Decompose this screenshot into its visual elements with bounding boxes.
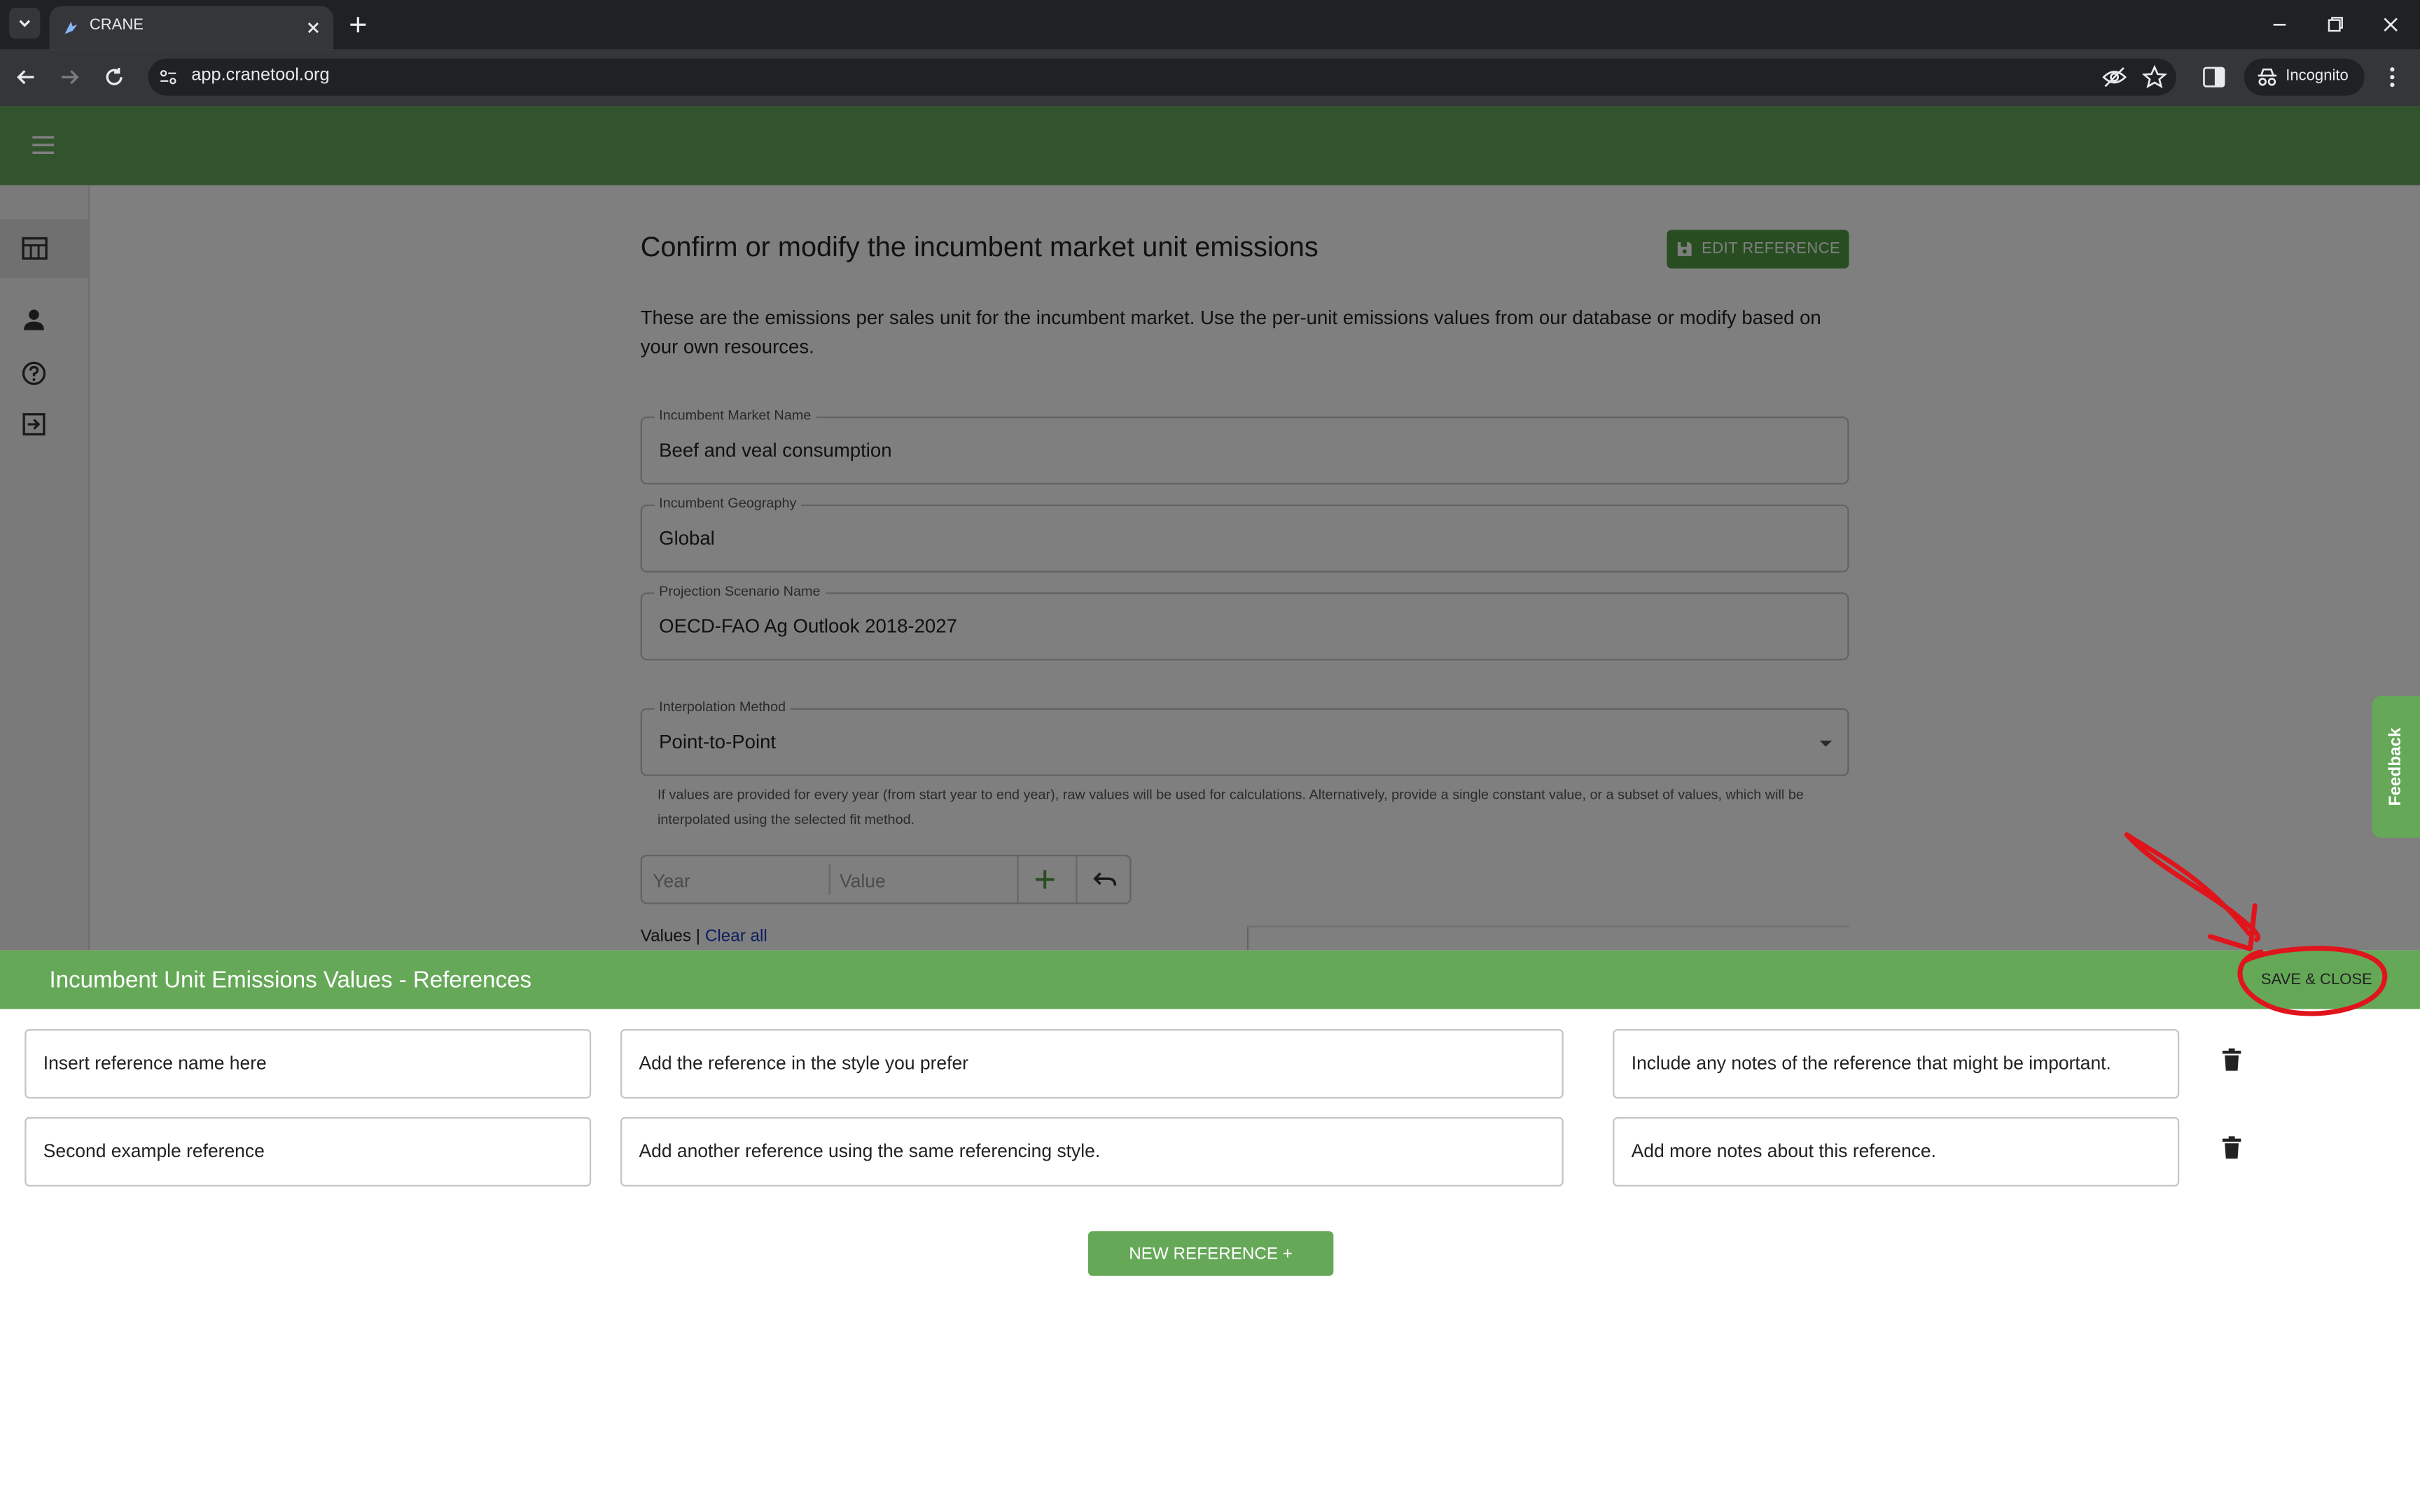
reference-name-value: Second example reference: [43, 1140, 265, 1162]
incognito-icon: [2258, 68, 2277, 86]
reference-text-input[interactable]: Add another reference using the same ref…: [620, 1116, 1564, 1186]
reference-text-input[interactable]: Add the reference in the style you prefe…: [620, 1029, 1564, 1099]
modal-backdrop[interactable]: [0, 106, 2420, 951]
new-reference-button[interactable]: NEW REFERENCE +: [1087, 1231, 1334, 1276]
address-bar[interactable]: [148, 58, 2176, 96]
tab-search-button[interactable]: [9, 8, 41, 39]
feedback-tab-text[interactable]: Feedback: [2380, 704, 2411, 830]
back-arrow-icon[interactable]: [14, 65, 39, 90]
restore-icon[interactable]: [2323, 13, 2347, 37]
new-tab-icon[interactable]: [346, 13, 370, 37]
site-settings-icon[interactable]: [158, 66, 179, 88]
crane-favicon-icon: [64, 21, 78, 34]
reference-notes-input[interactable]: Include any notes of the reference that …: [1613, 1029, 2180, 1099]
reference-notes-value: Add more notes about this reference.: [1631, 1140, 1936, 1162]
trash-icon[interactable]: [2221, 1048, 2243, 1072]
reference-name-value: Insert reference name here: [43, 1052, 267, 1074]
close-window-icon[interactable]: [2379, 13, 2403, 37]
reference-name-input[interactable]: Insert reference name here: [25, 1029, 592, 1099]
close-tab-icon[interactable]: [302, 17, 324, 38]
tab-title: CRANE: [89, 17, 144, 34]
reference-text-value: Add another reference using the same ref…: [639, 1140, 1101, 1162]
incognito-label: Incognito: [2286, 67, 2349, 85]
feedback-label: Feedback: [2386, 727, 2405, 806]
more-menu-icon[interactable]: [2381, 65, 2403, 90]
reload-icon[interactable]: [102, 65, 126, 90]
reference-notes-value: Include any notes of the reference that …: [1631, 1052, 2111, 1074]
reference-name-input[interactable]: Second example reference: [25, 1116, 592, 1186]
eye-off-icon[interactable]: [2102, 66, 2127, 88]
bookmark-star-icon[interactable]: [2142, 64, 2167, 90]
chevron-down-icon: [19, 20, 31, 27]
red-arrow-annotation: [2124, 832, 2388, 1016]
reference-notes-input[interactable]: Add more notes about this reference.: [1613, 1116, 2180, 1186]
trash-icon[interactable]: [2221, 1135, 2243, 1160]
forward-arrow-icon[interactable]: [57, 65, 82, 90]
references-panel-title: Incumbent Unit Emissions Values - Refere…: [49, 967, 532, 994]
minimize-icon[interactable]: [2267, 13, 2292, 37]
reference-text-value: Add the reference in the style you prefe…: [639, 1052, 969, 1074]
side-panel-icon[interactable]: [2202, 66, 2225, 88]
url-text[interactable]: app.cranetool.org: [191, 66, 329, 85]
browser-tab[interactable]: CRANE: [49, 6, 334, 50]
